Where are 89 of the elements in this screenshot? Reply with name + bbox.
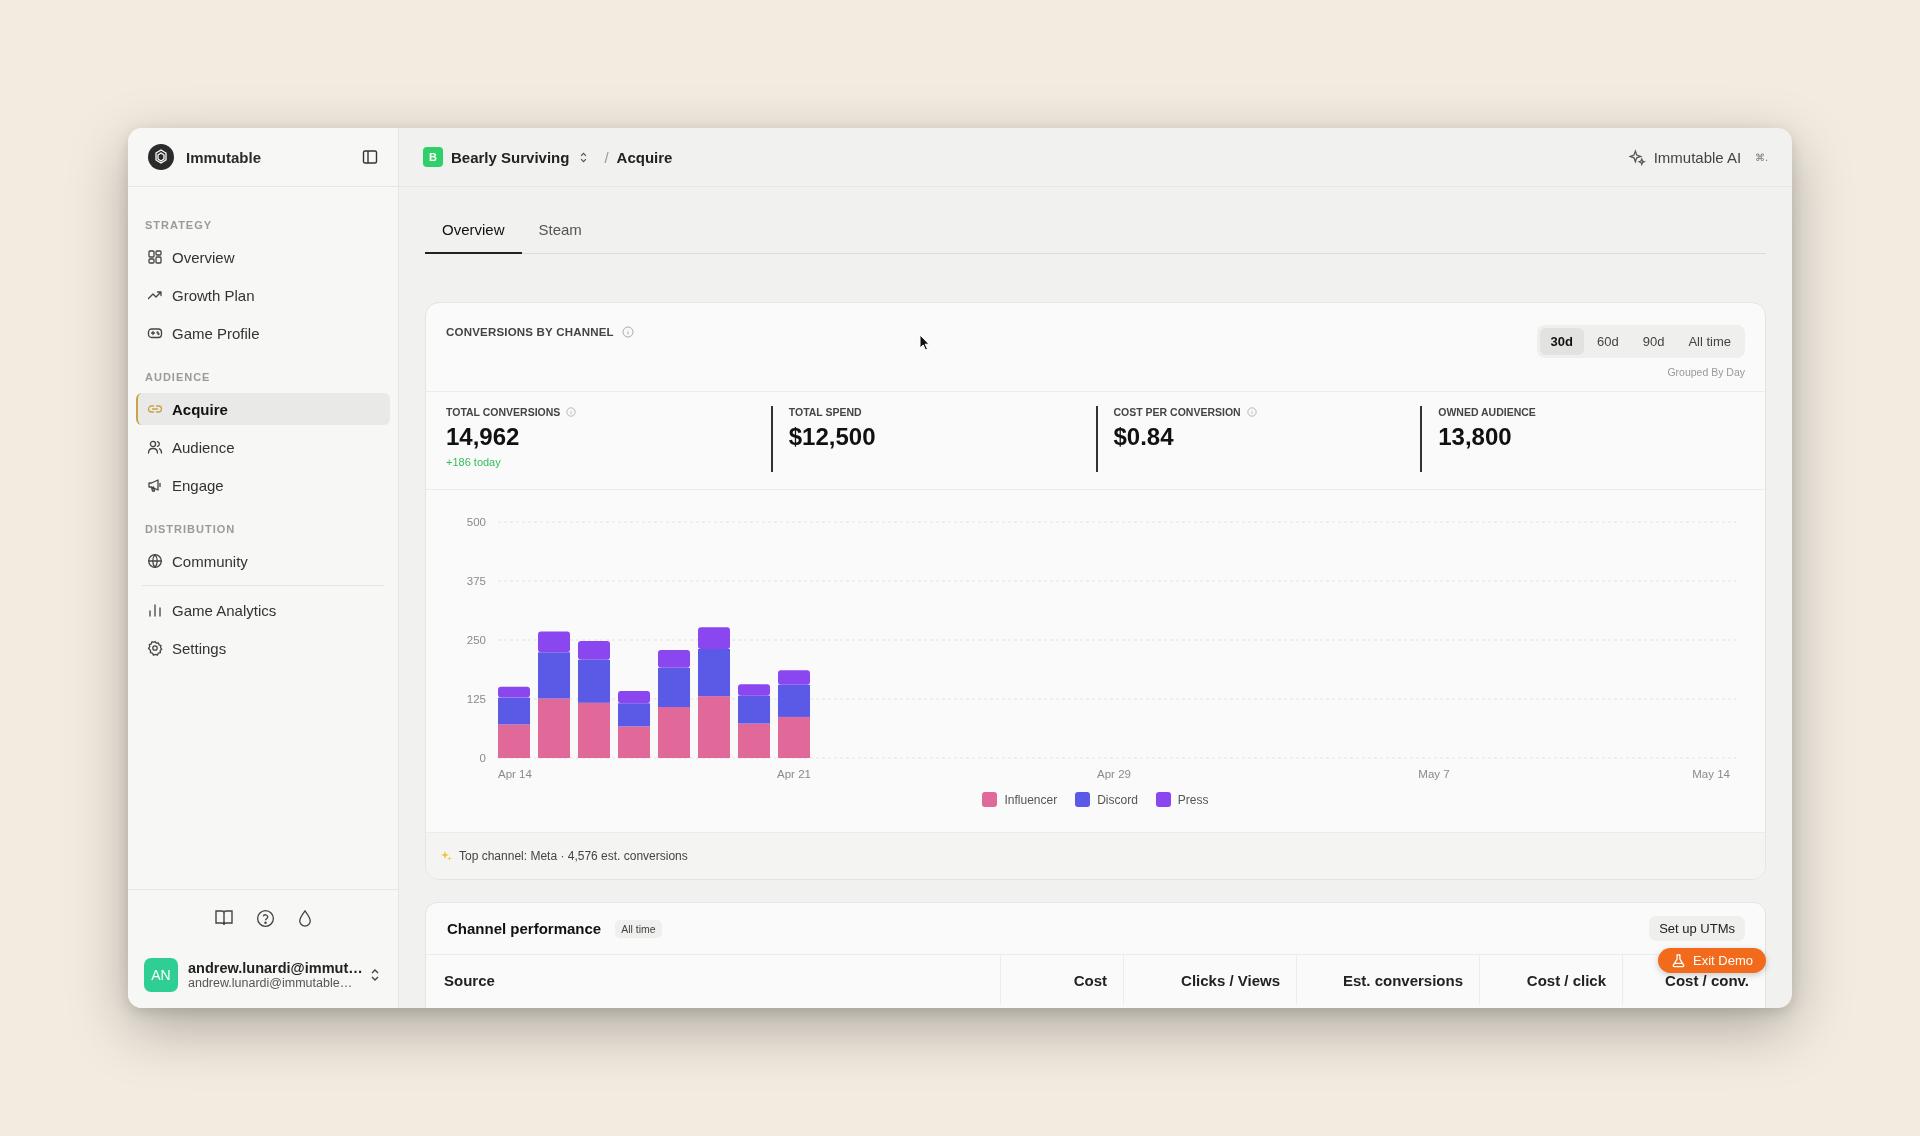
- column-header: Source: [443, 970, 496, 991]
- project-badge: B: [423, 147, 443, 167]
- cursor-icon: [919, 334, 931, 351]
- sidebar-item[interactable]: Community: [136, 545, 390, 577]
- y-axis-label: 125: [466, 693, 486, 705]
- sidebar-item[interactable]: Audience: [136, 431, 390, 463]
- range-option[interactable]: 90d: [1631, 328, 1676, 355]
- avatar: AN: [144, 958, 178, 992]
- logo-icon: [148, 144, 174, 170]
- tab[interactable]: Overview: [425, 207, 522, 254]
- breadcrumb-separator: /: [604, 148, 609, 166]
- y-axis-label: 250: [466, 634, 486, 646]
- sidebar-item[interactable]: Game Analytics: [136, 594, 390, 626]
- section-label: STRATEGY: [144, 218, 214, 233]
- ai-button[interactable]: Immutable AI: [1628, 148, 1742, 166]
- section-label: AUDIENCE: [144, 370, 212, 385]
- bar-segment: [698, 696, 730, 758]
- bar-segment: [738, 723, 770, 758]
- card-title: Channel performance: [447, 920, 602, 937]
- legend-label: Influencer: [1004, 792, 1058, 807]
- legend-label: Press: [1177, 792, 1209, 807]
- column-header: Clicks / Views: [1123, 955, 1296, 1005]
- y-axis-label: 500: [466, 516, 486, 528]
- bar-segment: [778, 716, 810, 758]
- bar-segment: [658, 707, 690, 758]
- legend-label: Discord: [1097, 792, 1138, 807]
- sidebar-toggle-icon[interactable]: [362, 149, 378, 165]
- sidebar-item[interactable]: Overview: [136, 241, 390, 273]
- stat-value: $12,500: [788, 423, 877, 451]
- sparkle-icon: [1628, 148, 1646, 166]
- setup-utms-button[interactable]: Set up UTMs: [1649, 916, 1745, 941]
- account-switcher[interactable]: AN andrew.lunardi@immut… andrew.lunardi@immutable…: [128, 946, 398, 1008]
- info-icon: [621, 326, 634, 338]
- column-header: Cost / click: [1479, 955, 1622, 1005]
- x-axis-label: Apr 21: [777, 768, 811, 780]
- sidebar-item[interactable]: Engage: [136, 469, 390, 501]
- card-title: CONVERSIONS BY CHANNEL: [446, 326, 614, 338]
- keyboard-shortcut: ⌘.: [1755, 151, 1768, 163]
- stat-delta: +186 today: [446, 456, 502, 468]
- bar-segment: [618, 726, 650, 758]
- grouping-label: Grouped By Day: [1667, 366, 1745, 378]
- bar-segment: [498, 724, 530, 758]
- bar-segment: [578, 702, 610, 758]
- globe-icon: [147, 553, 163, 569]
- range-option[interactable]: 60d: [1585, 328, 1630, 355]
- user-name: andrew.lunardi@immut…: [188, 960, 360, 976]
- column-header: Cost: [1000, 955, 1123, 1005]
- stat-label: COST PER CONVERSION: [1113, 406, 1241, 418]
- period-badge: All time: [615, 919, 662, 938]
- project-switcher[interactable]: Bearly Surviving: [451, 148, 589, 166]
- stat-label: TOTAL SPEND: [788, 406, 862, 418]
- footer-note: Top channel: Meta · 4,576 est. conversions: [459, 849, 688, 863]
- sidebar-item[interactable]: Game Profile: [136, 317, 390, 349]
- sidebar-item[interactable]: Growth Plan: [136, 279, 390, 311]
- drop-icon[interactable]: [296, 908, 313, 928]
- column-header: Est. conversions: [1296, 955, 1479, 1005]
- flask-icon: [1671, 953, 1687, 968]
- tab[interactable]: Steam: [521, 207, 599, 254]
- chevron-updown-icon: [579, 150, 589, 164]
- help-icon[interactable]: [255, 908, 275, 928]
- megaphone-icon: [147, 477, 163, 493]
- settings-icon: [147, 640, 163, 656]
- range-option[interactable]: All time: [1677, 328, 1742, 355]
- user-email: andrew.lunardi@immutable…: [188, 976, 354, 990]
- grid-icon: [147, 249, 163, 265]
- brand-name: Immutable: [186, 148, 262, 166]
- sidebar-item[interactable]: Settings: [136, 632, 390, 664]
- y-axis-label: 0: [479, 752, 486, 764]
- bar-chart-icon: [147, 602, 163, 618]
- sidebar-item[interactable]: Acquire: [136, 393, 390, 425]
- breadcrumb-page: Acquire: [616, 148, 673, 166]
- chevron-updown-icon: [370, 967, 380, 983]
- x-axis-label: May 7: [1418, 768, 1450, 780]
- users-icon: [147, 439, 163, 455]
- bar-segment: [538, 698, 570, 758]
- stat-label: TOTAL CONVERSIONS: [446, 406, 561, 418]
- x-axis-label: Apr 29: [1097, 768, 1131, 780]
- sparkle-icon: [440, 850, 452, 862]
- stat-value: 13,800: [1438, 423, 1513, 451]
- gamepad-icon: [147, 325, 163, 341]
- stat-value: 14,962: [446, 423, 521, 451]
- book-icon[interactable]: [213, 909, 234, 927]
- section-label: DISTRIBUTION: [144, 522, 237, 537]
- x-axis-label: May 14: [1692, 768, 1730, 780]
- x-axis-label: Apr 14: [498, 768, 532, 780]
- range-option[interactable]: 30d: [1539, 328, 1584, 355]
- y-axis-label: 375: [466, 575, 486, 587]
- stat-value: $0.84: [1113, 423, 1175, 451]
- stat-label: OWNED AUDIENCE: [1438, 406, 1536, 418]
